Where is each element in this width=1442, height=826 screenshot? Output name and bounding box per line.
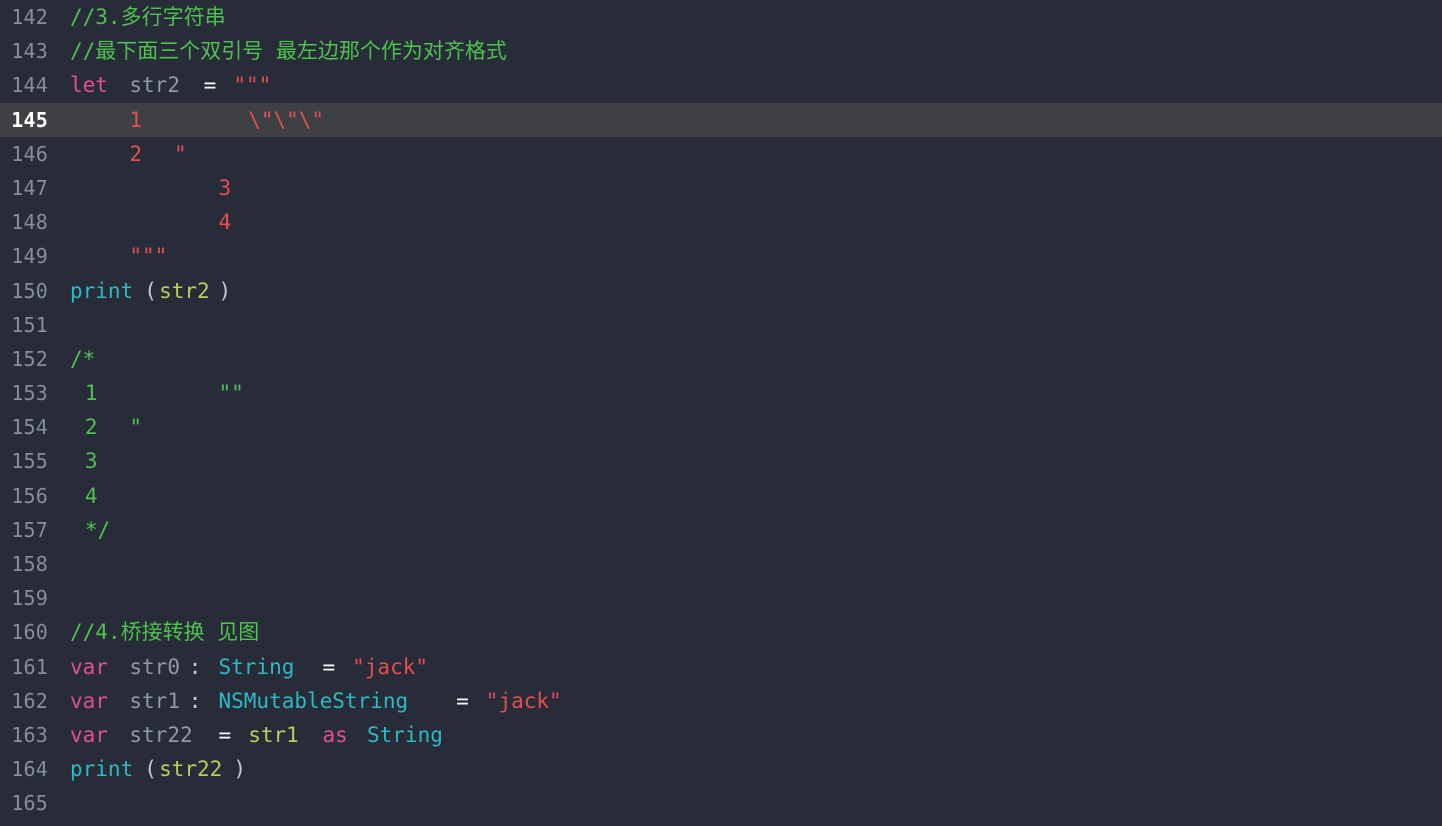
code-line[interactable]: 160 //4.桥接转换 见图 bbox=[0, 615, 1442, 649]
code-token-op: = bbox=[456, 688, 469, 713]
code-token-keyword: var bbox=[70, 722, 108, 747]
line-number: 149 bbox=[11, 244, 48, 269]
line-number: 148 bbox=[11, 210, 48, 235]
code-token-comment: "" bbox=[218, 381, 244, 406]
code-token-string: " bbox=[173, 141, 187, 166]
line-number: 159 bbox=[11, 586, 48, 611]
line-number: 143 bbox=[11, 39, 48, 64]
line-number: 145 bbox=[11, 107, 48, 132]
code-token-comment: 1 bbox=[84, 381, 98, 406]
line-number: 146 bbox=[11, 141, 48, 166]
code-token-keyword: as bbox=[322, 722, 348, 747]
code-token-punct: : bbox=[188, 654, 202, 679]
line-number: 144 bbox=[11, 73, 48, 98]
code-line[interactable]: 142 //3.多行字符串 bbox=[0, 0, 1442, 34]
code-token-ident: str1 bbox=[248, 722, 299, 747]
code-token-string: \"\"\" bbox=[248, 107, 325, 132]
code-token-type: NSMutableString bbox=[218, 688, 409, 713]
code-line[interactable]: 146 2 " bbox=[0, 137, 1442, 171]
code-line[interactable]: 157 */ bbox=[0, 513, 1442, 547]
code-token-string: """ bbox=[233, 73, 272, 98]
code-line[interactable]: 156 4 bbox=[0, 479, 1442, 513]
code-token-func: print bbox=[70, 757, 134, 782]
code-token-var: str1 bbox=[129, 688, 180, 713]
code-line[interactable]: 163 var str22 = str1 as String bbox=[0, 718, 1442, 752]
code-line[interactable]: 148 4 bbox=[0, 205, 1442, 239]
code-token-op: = bbox=[203, 73, 217, 98]
code-token-string: 1 bbox=[129, 107, 143, 132]
code-line[interactable]: 149 """ bbox=[0, 239, 1442, 273]
code-token-string: """ bbox=[129, 244, 168, 269]
code-token-ident: str2 bbox=[159, 278, 210, 303]
code-line[interactable]: 164 print (str22) bbox=[0, 752, 1442, 786]
code-token-string: "jack" bbox=[352, 654, 428, 679]
line-number: 147 bbox=[11, 175, 48, 200]
code-token-op: = bbox=[218, 722, 232, 747]
line-number: 152 bbox=[11, 346, 48, 371]
code-editor[interactable]: 142//3.多行字符串 143//最下面三个双引号 最左边那个作为对齐格式 144… bbox=[0, 0, 1442, 826]
code-token-comment: */ bbox=[84, 517, 111, 542]
line-number: 150 bbox=[11, 278, 48, 303]
code-line[interactable]: 159 bbox=[0, 581, 1442, 615]
code-token-var: str22 bbox=[129, 722, 193, 747]
code-line[interactable]: 151 bbox=[0, 308, 1442, 342]
code-line[interactable]: 145 1 \"\"\" bbox=[0, 102, 1442, 137]
line-number: 156 bbox=[11, 483, 48, 508]
line-number: 142 bbox=[11, 5, 48, 29]
code-token-comment: //4.桥接转换 见图 bbox=[70, 620, 260, 645]
line-number: 165 bbox=[11, 791, 48, 816]
code-token-var: str0 bbox=[129, 654, 180, 679]
line-number: 163 bbox=[11, 722, 48, 747]
code-line[interactable]: 143 //最下面三个双引号 最左边那个作为对齐格式 bbox=[0, 34, 1442, 68]
code-line[interactable]: 161 var str0: String = "jack" bbox=[0, 650, 1442, 684]
code-lines-container[interactable]: 142//3.多行字符串 143//最下面三个双引号 最左边那个作为对齐格式 144… bbox=[0, 0, 1442, 826]
line-number: 155 bbox=[11, 449, 48, 474]
line-number: 151 bbox=[11, 312, 48, 337]
code-token-var: str2 bbox=[129, 73, 180, 98]
code-token-punct: ) bbox=[233, 757, 246, 782]
code-token-comment: 4 bbox=[84, 483, 98, 508]
code-line[interactable]: 152 /* bbox=[0, 342, 1442, 376]
code-token-op: = bbox=[322, 654, 336, 679]
code-token-ident: str22 bbox=[159, 757, 223, 782]
line-number: 164 bbox=[11, 757, 48, 782]
line-number: 158 bbox=[11, 552, 48, 576]
code-line[interactable]: 150 print (str2) bbox=[0, 274, 1442, 308]
code-token-keyword: var bbox=[70, 654, 108, 679]
code-line[interactable]: 144 let str2 = """ bbox=[0, 68, 1442, 102]
code-line[interactable]: 154 2 " bbox=[0, 410, 1442, 444]
code-line[interactable]: 165 bbox=[0, 786, 1442, 820]
line-number: 161 bbox=[11, 654, 48, 679]
line-number: 160 bbox=[11, 620, 48, 645]
code-token-punct: ( bbox=[144, 278, 157, 303]
code-token-type: String bbox=[218, 654, 295, 679]
code-token-punct: ( bbox=[144, 757, 157, 782]
code-token-string: 2 bbox=[129, 141, 143, 166]
code-line[interactable]: 162 var str1: NSMutableString = "jack" bbox=[0, 684, 1442, 718]
code-token-comment: " bbox=[129, 415, 143, 440]
line-number: 157 bbox=[11, 517, 48, 542]
code-token-comment: //3.多行字符串 bbox=[70, 5, 226, 29]
code-token-string: 3 bbox=[218, 175, 232, 200]
code-token-punct: ) bbox=[218, 278, 232, 303]
code-line[interactable]: 147 3 bbox=[0, 171, 1442, 205]
line-number: 162 bbox=[11, 688, 48, 713]
code-line[interactable]: 158 bbox=[0, 547, 1442, 581]
code-token-comment: 2 bbox=[84, 415, 98, 440]
code-token-comment: /* bbox=[70, 346, 96, 371]
code-line[interactable]: 155 3 bbox=[0, 444, 1442, 478]
line-number: 154 bbox=[11, 415, 48, 440]
code-token-string: "jack" bbox=[485, 688, 562, 713]
code-token-func: print bbox=[70, 278, 134, 303]
code-token-comment: //最下面三个双引号 最左边那个作为对齐格式 bbox=[70, 39, 507, 64]
code-token-keyword: var bbox=[70, 688, 108, 713]
code-line[interactable]: 153 1 "" bbox=[0, 376, 1442, 410]
code-token-comment: 3 bbox=[84, 449, 98, 474]
line-number: 153 bbox=[11, 381, 48, 406]
code-token-punct: : bbox=[188, 688, 202, 713]
code-token-string: 4 bbox=[218, 210, 232, 235]
code-token-keyword: let bbox=[70, 73, 108, 98]
code-token-type: String bbox=[367, 722, 443, 747]
